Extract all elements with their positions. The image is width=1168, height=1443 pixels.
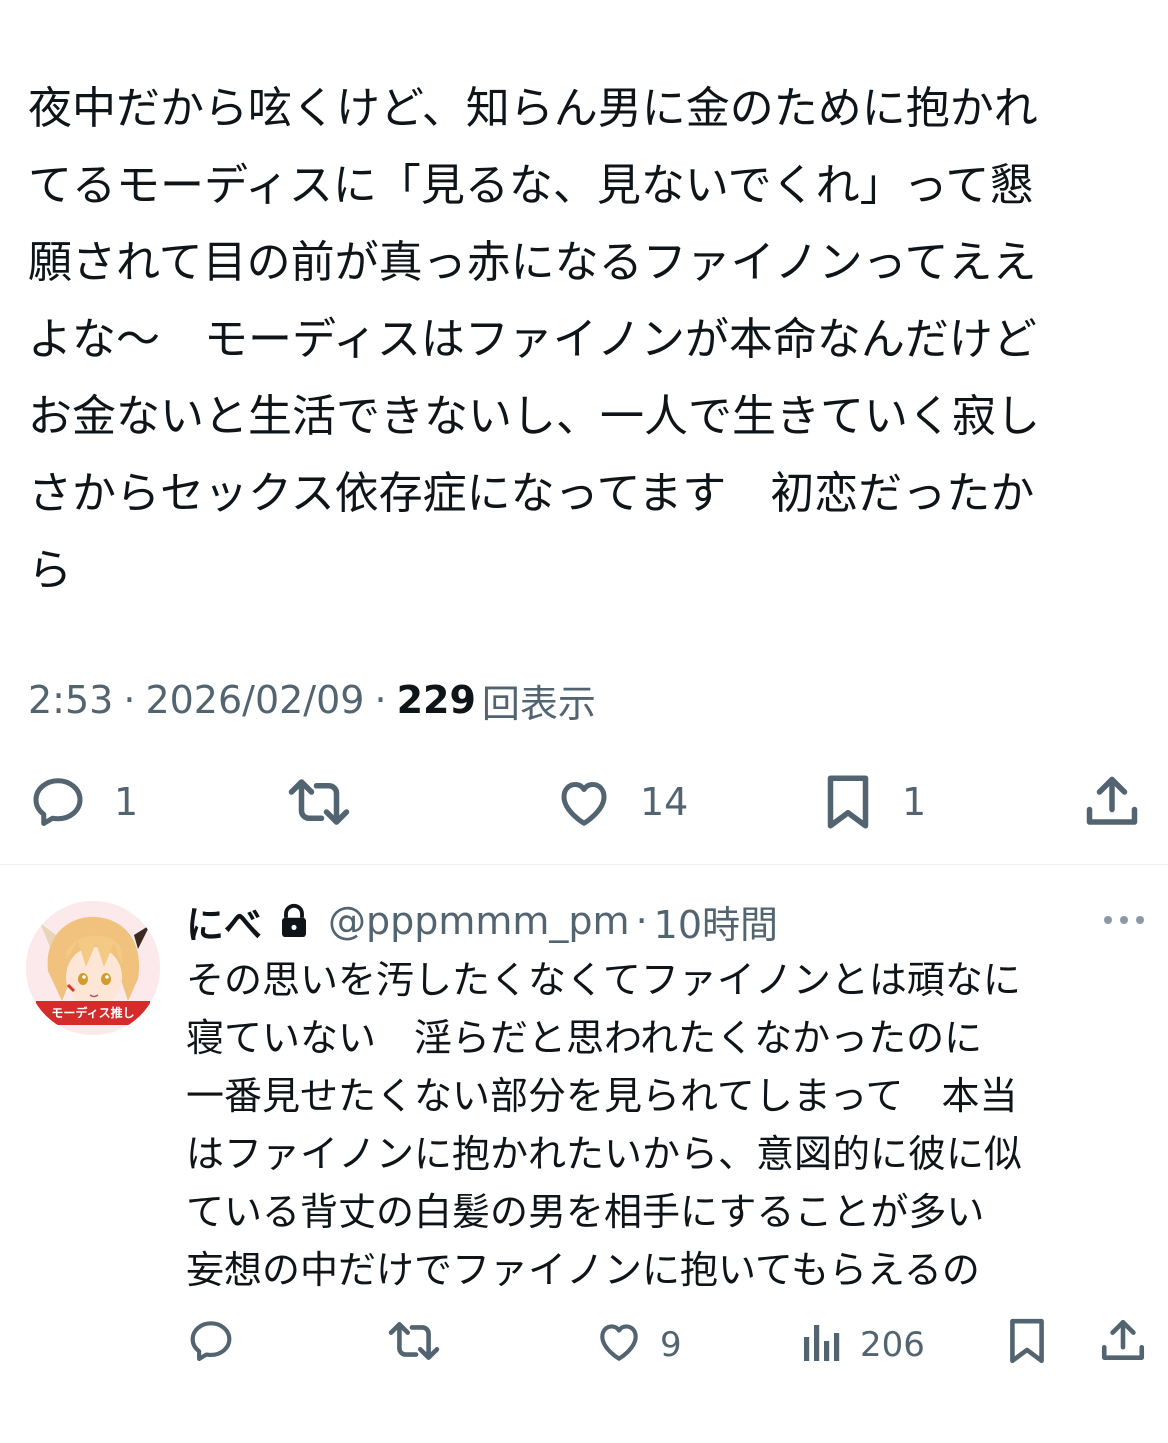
retweet-button[interactable] [286,766,352,838]
retweet-icon [286,772,352,832]
reply-header: にべ @pppmmm_pm · 10時間 [186,893,778,949]
reply-share-button[interactable] [1098,1313,1148,1377]
like-icon [554,772,614,832]
bookmark-count: 1 [902,780,927,824]
reply-text: その思いを汚したくなくてファイノンとは頑なに 寝ていない 淫らだと思われたくなか… [186,958,1023,1292]
like-button[interactable]: 14 [554,766,688,838]
meta-separator: · [123,678,136,722]
share-button[interactable] [1082,766,1142,838]
reply-tweet[interactable]: モーディス推し にべ @pppmmm_pm · 10時間 その思いを汚したくなく… [0,865,1168,1443]
reply-reply-button[interactable] [186,1313,236,1377]
bookmark-button[interactable]: 1 [820,766,926,838]
retweet-icon [386,1316,442,1375]
reply-analytics-button[interactable]: 206 [800,1313,925,1377]
tweet-meta: 2:53 · 2026/02/09 · 229 回表示 [28,672,596,728]
tweet-time[interactable]: 2:53 [28,678,113,722]
analytics-icon [800,1316,844,1375]
views-label: 回表示 [481,681,596,726]
views-count[interactable]: 229 [397,678,476,722]
meta-separator: · [374,678,387,722]
more-icon [1102,911,1146,930]
tweet-action-bar: 1 14 1 [0,766,1168,838]
reply-like-button[interactable]: 9 [594,1313,682,1377]
avatar-caption: モーディス推し [51,1006,135,1020]
reply-views-count: 206 [860,1325,925,1365]
more-button[interactable] [1100,905,1148,935]
user-handle[interactable]: @pppmmm_pm [328,899,630,943]
share-icon [1082,772,1142,832]
tweet-text: 夜中だから呟くけど、知らん男に金のために抱かれ てるモーディスに「見るな、見ない… [28,83,1040,596]
bookmark-icon [1004,1316,1050,1375]
reply-like-count: 9 [660,1325,682,1365]
like-count: 14 [640,780,689,824]
like-icon [594,1316,644,1375]
reply-icon [186,1316,236,1375]
reply-time[interactable]: 10時間 [654,894,778,949]
header-separator: · [635,899,648,943]
bookmark-icon [820,772,876,832]
display-name[interactable]: にべ [186,894,262,949]
tweet-date[interactable]: 2026/02/09 [145,678,364,722]
reply-action-bar: 9 206 [0,1313,1168,1377]
reply-icon [28,772,88,832]
lock-icon [278,903,310,939]
reply-button[interactable]: 1 [28,766,138,838]
reply-retweet-button[interactable] [386,1313,442,1377]
share-icon [1098,1316,1148,1375]
reply-bookmark-button[interactable] [1004,1313,1050,1377]
avatar[interactable]: モーディス推し [26,901,160,1035]
reply-count: 1 [114,780,139,824]
